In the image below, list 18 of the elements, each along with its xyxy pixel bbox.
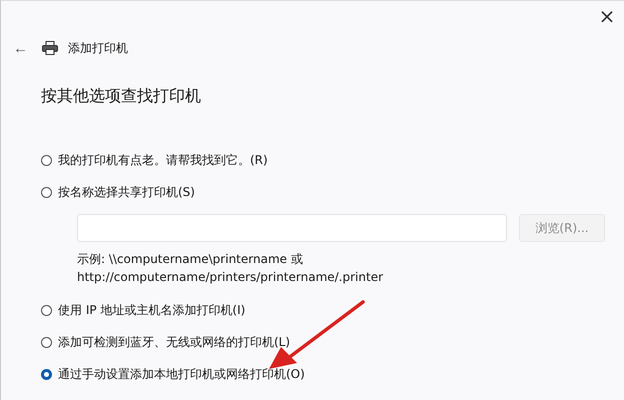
page-heading: 按其他选项查找打印机 bbox=[41, 86, 202, 107]
radio-button[interactable] bbox=[41, 336, 52, 348]
printer-name-field[interactable] bbox=[77, 214, 507, 242]
option-label: 使用 IP 地址或主机名添加打印机(I) bbox=[58, 302, 246, 318]
option-label: 添加可检测到蓝牙、无线或网络的打印机(L) bbox=[58, 334, 290, 350]
radio-button[interactable] bbox=[41, 304, 52, 316]
dialog-title: 添加打印机 bbox=[68, 40, 128, 56]
back-button[interactable]: ← bbox=[9, 40, 32, 56]
radio-button[interactable] bbox=[41, 368, 52, 380]
close-button[interactable]: × bbox=[590, 1, 624, 31]
option-label: 通过手动设置添加本地打印机或网络打印机(O) bbox=[58, 366, 305, 382]
radio-button[interactable] bbox=[41, 154, 52, 166]
option-label: 按名称选择共享打印机(S) bbox=[58, 184, 195, 200]
printer-icon bbox=[42, 41, 58, 55]
example-text: 示例: \\computername\printername 或 bbox=[77, 251, 303, 268]
option-label: 我的打印机有点老。请帮我找到它。(R) bbox=[58, 152, 268, 168]
example-text: http://computername/printers/printername/.printer bbox=[77, 269, 384, 286]
radio-button[interactable] bbox=[41, 186, 52, 198]
